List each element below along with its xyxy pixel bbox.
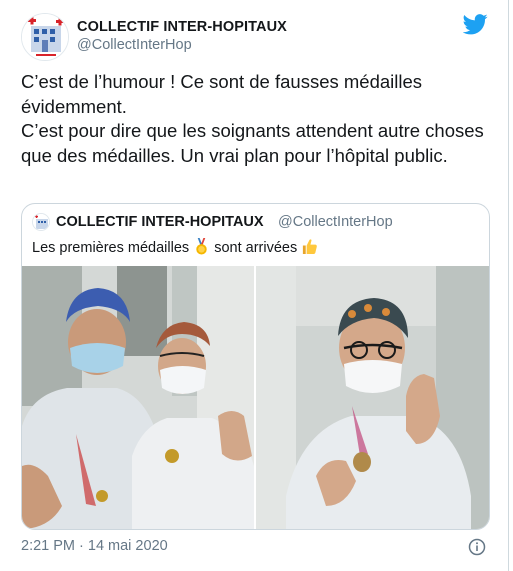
twitter-bird-icon[interactable] [463, 14, 488, 35]
thumbs-up-emoji-icon [303, 239, 318, 255]
tweet-timestamp[interactable]: 2:21 PM · 14 mai 2020 [21, 538, 168, 554]
quoted-display-name: COLLECTIF INTER-HOPITAUX [56, 214, 264, 230]
author-display-name[interactable]: COLLECTIF INTER-HOPITAUX [77, 18, 287, 36]
photo-right[interactable] [256, 266, 489, 529]
author-names: COLLECTIF INTER-HOPITAUX @CollectInterHo… [77, 18, 287, 55]
tweet-header: COLLECTIF INTER-HOPITAUX @CollectInterHo… [21, 13, 488, 61]
quoted-text-part-2: sont arrivées [214, 240, 298, 256]
tweet-text-line-2: C’est pour dire que les soignants attend… [21, 120, 484, 166]
author-handle[interactable]: @CollectInterHop [77, 36, 287, 55]
quoted-handle: @CollectInterHop [278, 214, 393, 230]
quoted-text: Les premières médailles sont arrivées [32, 238, 318, 256]
quoted-tweet[interactable]: COLLECTIF INTER-HOPITAUX @CollectInterHo… [21, 203, 490, 530]
quoted-text-part-1: Les premières médailles [32, 240, 190, 256]
tweet-text-line-1: C’est de l’humour ! Ce sont de fausses m… [21, 71, 423, 117]
tweet-card: COLLECTIF INTER-HOPITAUX @CollectInterHo… [0, 0, 509, 571]
quoted-photos [22, 266, 489, 529]
info-icon[interactable] [468, 538, 486, 556]
photo-left[interactable] [22, 266, 254, 529]
author-avatar[interactable] [21, 13, 69, 61]
quoted-avatar [32, 213, 50, 231]
medal-emoji-icon [196, 238, 207, 255]
tweet-text: C’est de l’humour ! Ce sont de fausses m… [21, 70, 491, 168]
